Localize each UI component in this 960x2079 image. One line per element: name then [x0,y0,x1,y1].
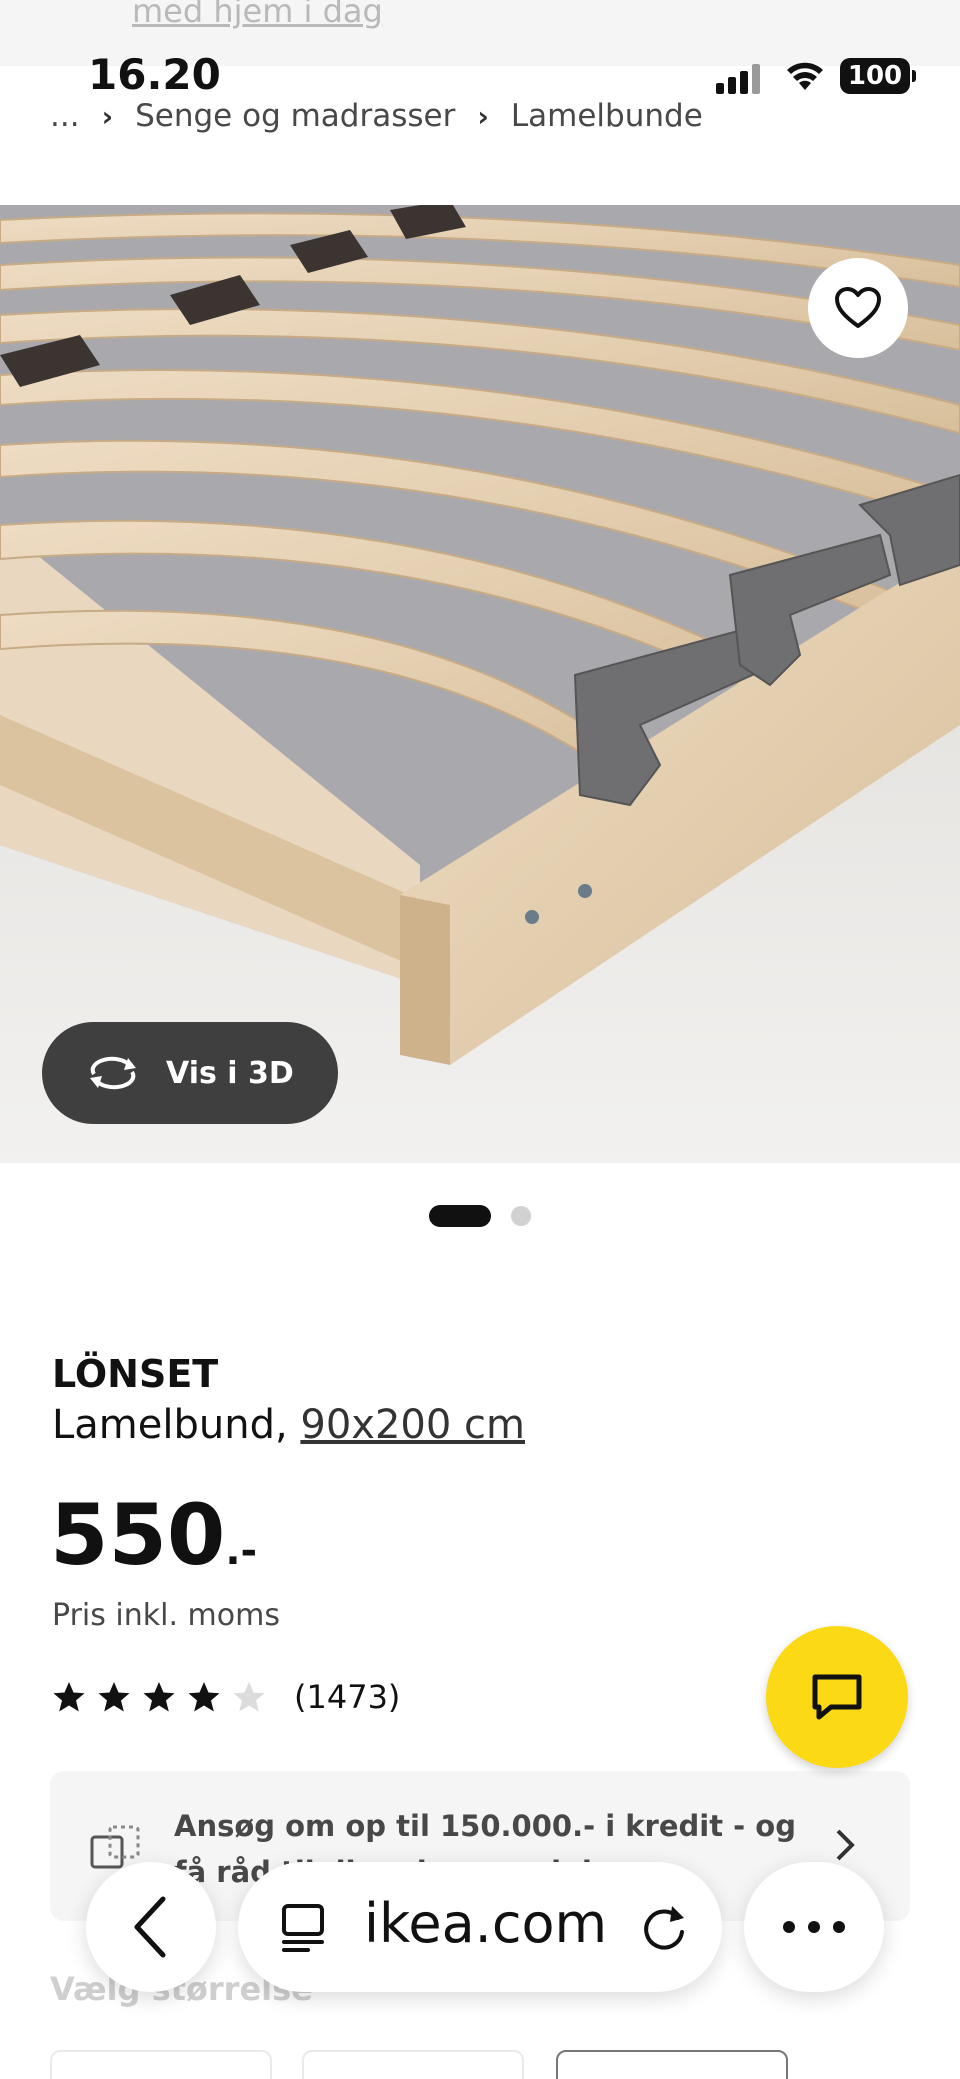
product-type: Lamelbund, [52,1402,288,1448]
price-suffix: .- [225,1528,258,1574]
signal-icon [716,64,764,94]
breadcrumb-item-lamelbunde[interactable]: Lamelbunde [511,98,703,134]
price-value: 550 [50,1486,226,1584]
review-count[interactable]: (1473) [294,1678,400,1716]
breadcrumb-item-senge[interactable]: Senge og madrasser [135,98,455,134]
reader-mode-icon [282,1904,324,1952]
url-text: ikea.com [364,1892,608,1955]
chevron-right-icon: › [477,99,489,133]
pagination-dot-active[interactable] [429,1205,491,1227]
chevron-left-icon [134,1896,166,1958]
gallery-pagination [0,1205,960,1227]
favorite-button[interactable] [808,258,908,358]
more-icon [783,1921,845,1933]
product-size-link[interactable]: 90x200 cm [300,1402,525,1448]
view-in-3d-label: Vis i 3D [166,1055,294,1091]
product-name: LÖNSET [52,1352,219,1396]
product-image[interactable] [0,205,960,1163]
heart-icon [835,287,881,328]
price-note: Pris inkl. moms [52,1598,280,1633]
rating-stars[interactable] [52,1680,277,1714]
star-empty-icon [233,1682,265,1712]
back-button[interactable] [86,1862,216,1992]
star-filled-icon [143,1682,175,1712]
reload-icon[interactable] [638,1900,690,1956]
address-bar[interactable]: ikea.com [238,1862,722,1992]
chat-icon [812,1674,862,1720]
browser-toolbar: ikea.com [0,1852,960,2000]
product-price: 550.- [50,1486,257,1584]
star-filled-icon [188,1682,220,1712]
wifi-icon [784,58,826,92]
status-time: 16.20 [88,50,221,99]
view-in-3d-button[interactable]: Vis i 3D [42,1022,338,1124]
size-option-selected[interactable] [556,2050,788,2079]
more-button[interactable] [744,1862,884,1992]
breadcrumb-ellipsis[interactable]: ... [50,98,80,134]
size-option[interactable] [302,2050,524,2079]
battery-icon: 100 [840,58,916,94]
size-option[interactable] [50,2050,272,2079]
star-filled-icon [53,1682,85,1712]
chevron-right-icon: › [101,99,114,133]
banner-text[interactable]: med hjem i dag [132,0,383,30]
chat-button[interactable] [766,1626,908,1768]
star-filled-icon [98,1682,130,1712]
product-description: Lamelbund, 90x200 cm [52,1402,525,1448]
pagination-dot[interactable] [511,1206,531,1226]
breadcrumb: ... › Senge og madrasser › Lamelbunde [50,98,703,134]
rotate-3d-icon [90,1056,136,1090]
